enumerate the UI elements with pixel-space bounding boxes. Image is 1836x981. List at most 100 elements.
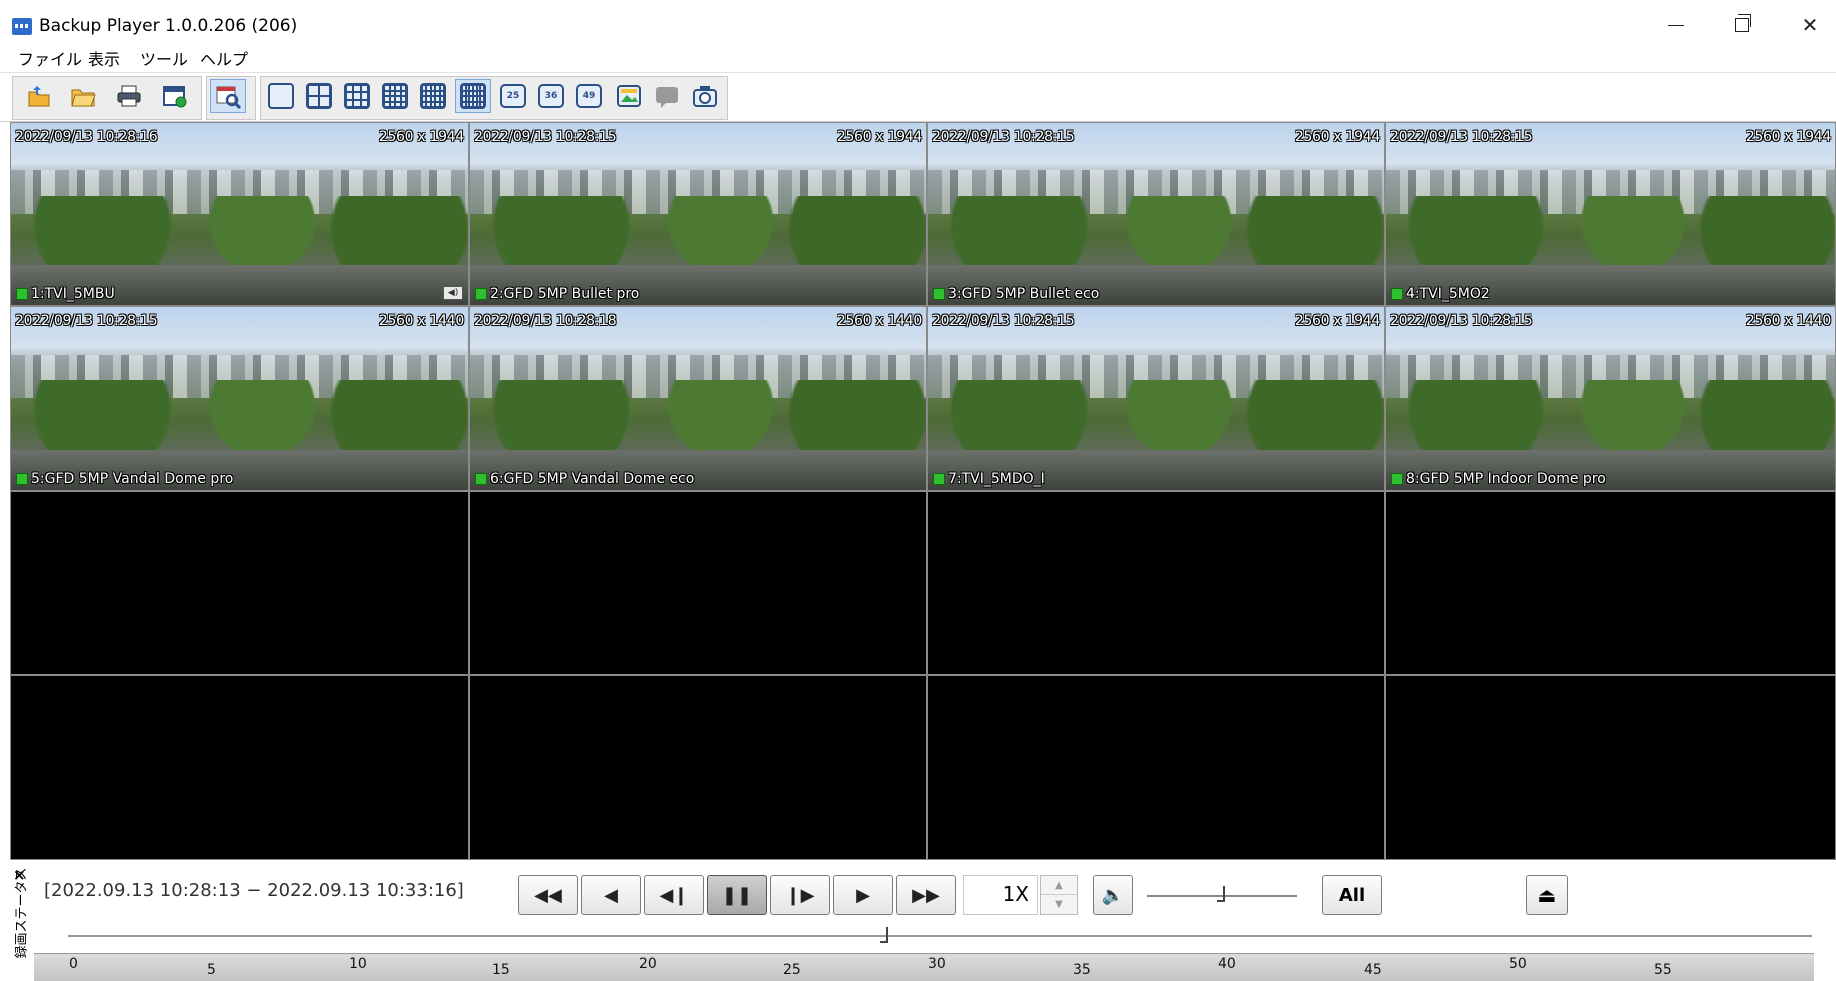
layout-16-icon <box>382 83 408 109</box>
print-icon <box>117 85 141 107</box>
layout-25-icon: 25 <box>500 84 526 108</box>
ruler-label: 5 <box>207 962 216 978</box>
volume-slider-thumb[interactable] <box>1217 886 1225 902</box>
timeline-ruler[interactable]: 0 5 10 15 20 25 30 35 40 45 50 55 <box>34 953 1814 981</box>
tile-camera-label: 8:GFD 5MP Indoor Dome pro <box>1391 471 1606 487</box>
comment-icon <box>656 87 678 108</box>
layout-1-button[interactable] <box>266 81 296 111</box>
layout-30-button[interactable] <box>455 79 491 113</box>
tile-timestamp: 2022/09/13 10:28:15 <box>932 129 1075 145</box>
video-tile-4[interactable]: 2022/09/13 10:28:15 2560 x 1944 4:TVI_5M… <box>1385 122 1836 306</box>
recording-status-tab: × 録画ステータス <box>9 860 30 981</box>
tile-camera-label: 2:GFD 5MP Bullet pro <box>475 286 639 302</box>
rewind-icon: ◀ <box>604 884 618 906</box>
toolbar: 25 36 49 <box>0 72 1836 122</box>
menu-file[interactable]: ファイル <box>18 46 82 70</box>
search-video-icon <box>216 86 242 110</box>
video-tile-empty[interactable] <box>1385 491 1836 675</box>
volume-button[interactable]: 🔈 <box>1093 875 1133 915</box>
video-tile-2[interactable]: 2022/09/13 10:28:15 2560 x 1944 2:GFD 5M… <box>469 122 927 306</box>
pause-button[interactable]: ❚❚ <box>707 875 767 915</box>
tile-camera-label: 1:TVI_5MBU <box>16 286 115 302</box>
layout-9-icon <box>344 83 370 109</box>
minimize-button[interactable] <box>1656 10 1696 40</box>
eject-button[interactable]: ⏏ <box>1526 875 1568 915</box>
playback-panel: × 録画ステータス [2022.09.13 10:28:13 − 2022.09… <box>0 860 1836 981</box>
speed-stepper[interactable]: ▲ ▼ <box>1040 875 1078 915</box>
layout-9-button[interactable] <box>342 81 372 111</box>
video-tile-empty[interactable] <box>927 675 1385 860</box>
tile-resolution: 2560 x 1944 <box>836 129 922 145</box>
step-forward-button[interactable]: ❙▶ <box>770 875 830 915</box>
open-backup-button[interactable] <box>24 81 54 111</box>
video-tile-7[interactable]: 2022/09/13 10:28:15 2560 x 1944 7:TVI_5M… <box>927 306 1385 491</box>
scene-trees <box>470 195 926 269</box>
ruler-label: 30 <box>928 956 946 972</box>
recording-status-icon <box>475 473 487 485</box>
tile-camera-label: 5:GFD 5MP Vandal Dome pro <box>16 471 233 487</box>
all-button[interactable]: All <box>1322 875 1382 915</box>
video-tile-8[interactable]: 2022/09/13 10:28:15 2560 x 1440 8:GFD 5M… <box>1385 306 1836 491</box>
tile-timestamp: 2022/09/13 10:28:15 <box>15 313 158 329</box>
seek-slider-track[interactable] <box>68 935 1812 937</box>
print-button[interactable] <box>114 81 144 111</box>
ruler-label: 10 <box>349 956 367 972</box>
menu-view[interactable]: 表示 <box>88 46 120 70</box>
layout-25-button[interactable]: 25 <box>498 81 528 111</box>
tile-timestamp: 2022/09/13 10:28:15 <box>1390 313 1533 329</box>
tile-resolution: 2560 x 1440 <box>836 313 922 329</box>
video-tile-empty[interactable] <box>10 491 469 675</box>
tile-camera-label: 3:GFD 5MP Bullet eco <box>933 286 1099 302</box>
video-grid: 2022/09/13 10:28:16 2560 x 1944 1:TVI_5M… <box>10 122 1836 860</box>
play-button[interactable]: ▶ <box>833 875 893 915</box>
window-title: Backup Player 1.0.0.206 (206) <box>39 16 298 36</box>
restore-icon <box>1735 14 1751 32</box>
export-image-button[interactable] <box>614 81 644 111</box>
speed-down-icon[interactable]: ▼ <box>1041 895 1077 914</box>
layout-49-button[interactable]: 49 <box>574 81 604 111</box>
restore-button[interactable] <box>1722 10 1762 40</box>
video-tile-empty[interactable] <box>1385 675 1836 860</box>
video-tile-5[interactable]: 2022/09/13 10:28:15 2560 x 1440 5:GFD 5M… <box>10 306 469 491</box>
fast-rewind-button[interactable]: ◀◀ <box>518 875 578 915</box>
speed-up-icon[interactable]: ▲ <box>1041 876 1077 895</box>
video-tile-empty[interactable] <box>927 491 1385 675</box>
video-tile-1[interactable]: 2022/09/13 10:28:16 2560 x 1944 1:TVI_5M… <box>10 122 469 306</box>
video-tile-empty[interactable] <box>10 675 469 860</box>
rewind-button[interactable]: ◀ <box>581 875 641 915</box>
open-folder-button[interactable] <box>68 81 98 111</box>
seek-slider-thumb[interactable] <box>880 927 888 943</box>
camera-name: 3:GFD 5MP Bullet eco <box>948 286 1100 302</box>
layout-16-button[interactable] <box>380 81 410 111</box>
video-tile-empty[interactable] <box>469 675 927 860</box>
recording-status-icon <box>933 473 945 485</box>
tile-camera-label: 7:TVI_5MDO_I <box>933 471 1045 487</box>
recording-status-label[interactable]: 録画ステータス <box>11 867 30 958</box>
camera-name: 2:GFD 5MP Bullet pro <box>490 286 640 302</box>
ruler-label: 45 <box>1364 962 1382 978</box>
tile-camera-label: 6:GFD 5MP Vandal Dome eco <box>475 471 694 487</box>
layout-36-button[interactable]: 36 <box>536 81 566 111</box>
tile-resolution: 2560 x 1944 <box>1745 129 1831 145</box>
tile-timestamp: 2022/09/13 10:28:15 <box>932 313 1075 329</box>
video-tile-empty[interactable] <box>469 491 927 675</box>
menu-tools[interactable]: ツール <box>140 46 188 70</box>
layout-20-button[interactable] <box>418 81 448 111</box>
recording-status-icon <box>16 288 28 300</box>
recording-status-icon <box>1391 473 1403 485</box>
video-tile-3[interactable]: 2022/09/13 10:28:15 2560 x 1944 3:GFD 5M… <box>927 122 1385 306</box>
search-calendar-button[interactable] <box>160 81 190 111</box>
search-video-button[interactable] <box>210 79 246 113</box>
tile-timestamp: 2022/09/13 10:28:15 <box>474 129 617 145</box>
comment-button[interactable] <box>652 81 682 111</box>
video-tile-6[interactable]: 2022/09/13 10:28:18 2560 x 1440 6:GFD 5M… <box>469 306 927 491</box>
fast-forward-button[interactable]: ▶▶ <box>896 875 956 915</box>
snapshot-button[interactable] <box>690 81 720 111</box>
layout-20-icon <box>420 83 446 109</box>
close-button[interactable]: ✕ <box>1790 10 1830 40</box>
step-back-button[interactable]: ◀❙ <box>644 875 704 915</box>
layout-4-button[interactable] <box>304 81 334 111</box>
pause-icon: ❚❚ <box>721 884 753 906</box>
recording-status-icon <box>933 288 945 300</box>
menu-help[interactable]: ヘルプ <box>200 46 248 70</box>
